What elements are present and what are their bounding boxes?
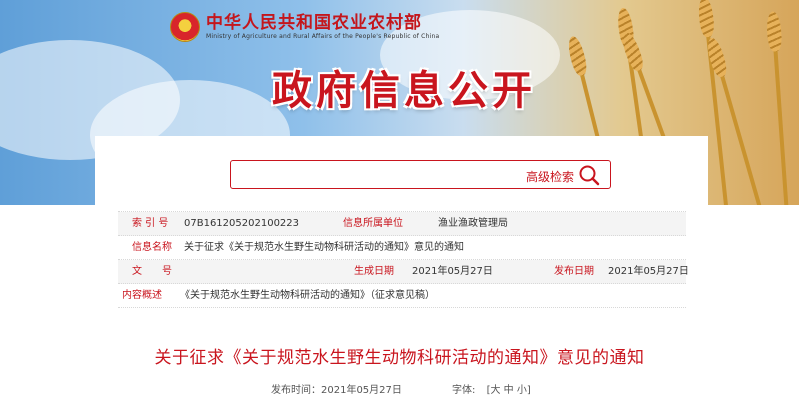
index-value: 07B161205202100223 — [184, 218, 300, 229]
name-label: 信息名称 — [132, 242, 172, 253]
font-size-switcher: 字体: [大 中 小] — [452, 381, 531, 396]
advanced-search-link[interactable]: 高级检索 — [526, 168, 574, 185]
info-table: 索 引 号 07B161205202100223 信息所属单位 渔业渔政管理局 … — [118, 211, 689, 308]
search-panel: 高级检索 — [95, 136, 708, 206]
info-row-index: 索 引 号 07B161205202100223 信息所属单位 渔业渔政管理局 — [118, 212, 686, 236]
created-date-value: 2021年05月27日 — [412, 266, 493, 277]
published-date-label: 发布日期 — [554, 266, 594, 277]
article-date: 发布时间：2021年05月27日 — [271, 381, 402, 396]
dept-value: 渔业渔政管理局 — [438, 218, 508, 229]
wheat-decoration — [773, 45, 789, 205]
font-size-options[interactable]: [大 中 小] — [487, 385, 531, 396]
font-size-label: 字体: — [452, 385, 476, 396]
name-value: 关于征求《关于规范水生野生动物科研活动的通知》意见的通知 — [184, 242, 464, 253]
ministry-name: 中华人民共和国农业农村部 Ministry of Agriculture and… — [206, 12, 440, 41]
ministry-logo[interactable]: 中华人民共和国农业农村部 Ministry of Agriculture and… — [170, 12, 439, 42]
ministry-name-cn: 中华人民共和国农业农村部 — [206, 12, 422, 33]
doc-number-label: 文 号 — [132, 266, 172, 277]
ministry-name-en: Ministry of Agriculture and Rural Affair… — [206, 32, 440, 40]
national-emblem-icon — [170, 12, 200, 42]
info-row-dates: 文 号 生成日期 2021年05月27日 发布日期 2021年05月27日 — [118, 260, 689, 284]
dept-label: 信息所属单位 — [343, 218, 403, 229]
created-date-label: 生成日期 — [354, 266, 394, 277]
article-date-label: 发布时间： — [271, 385, 321, 396]
article-date-value: 2021年05月27日 — [321, 385, 402, 396]
published-date-value: 2021年05月27日 — [608, 266, 689, 277]
search-icon[interactable] — [578, 164, 600, 186]
summary-label: 内容概述 — [122, 290, 162, 301]
banner-title: 政府信息公开 — [272, 68, 536, 114]
index-label: 索 引 号 — [132, 218, 169, 229]
article-title: 关于征求《关于规范水生野生动物科研活动的通知》意见的通知 — [154, 348, 645, 368]
summary-value: 《关于规范水生野生动物科研活动的通知》（征求意见稿） — [180, 290, 435, 301]
info-row-summary: 内容概述 《关于规范水生野生动物科研活动的通知》（征求意见稿） — [118, 284, 686, 308]
info-row-name: 信息名称 关于征求《关于规范水生野生动物科研活动的通知》意见的通知 — [118, 236, 686, 260]
